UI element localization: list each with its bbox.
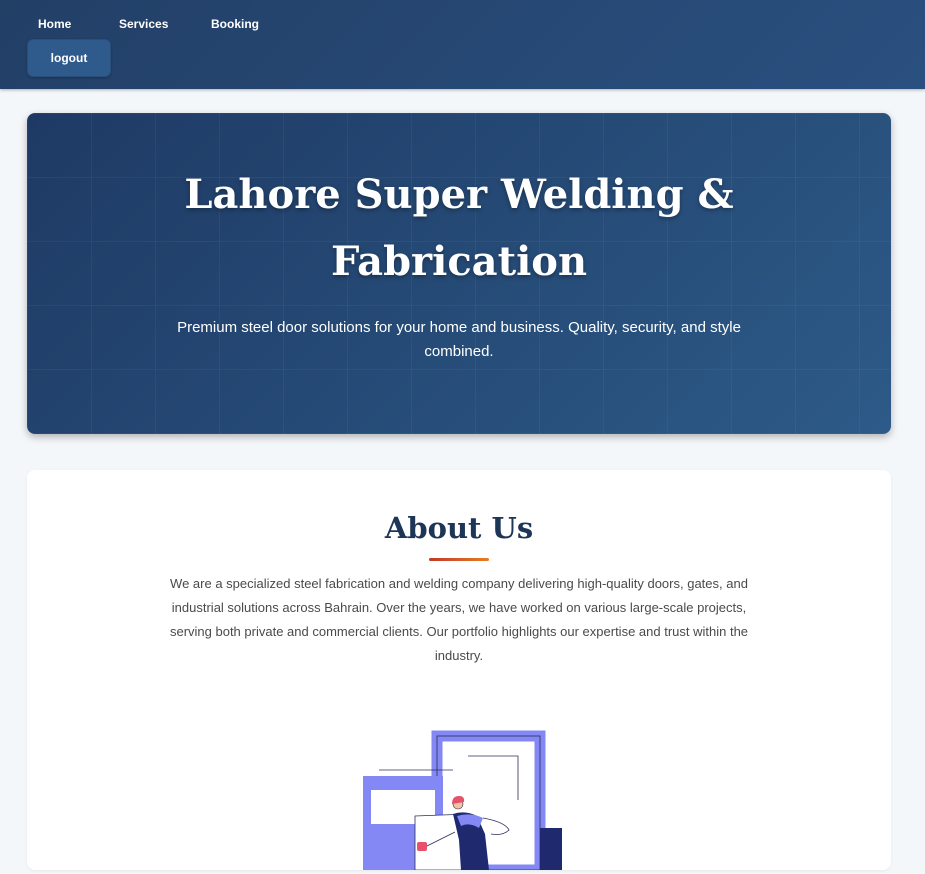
logout-button[interactable]: logout	[27, 39, 111, 77]
about-text: We are a specialized steel fabrication a…	[169, 576, 749, 663]
welder-carrying-door-illustration	[353, 730, 565, 874]
hero-banner: Lahore Super Welding & Fabrication Premi…	[27, 113, 891, 434]
worker-glove	[417, 842, 427, 851]
top-navbar: Home Services Booking logout	[0, 0, 925, 89]
hero-title-line-2: Fabrication	[330, 238, 588, 285]
welder-illustration-svg	[363, 730, 562, 874]
hero-title-line-1: Lahore Super Welding &	[184, 171, 734, 218]
nav-link-services[interactable]: Services	[119, 14, 168, 34]
about-title: About Us	[384, 511, 534, 545]
about-divider	[429, 558, 489, 561]
hero-title: Lahore Super Welding & Fabrication	[27, 161, 891, 295]
navy-block	[540, 828, 562, 870]
nav-link-booking[interactable]: Booking	[211, 14, 259, 34]
hero-subtitle: Premium steel door solutions for your ho…	[177, 319, 741, 360]
about-section: About Us We are a specialized steel fabr…	[27, 470, 891, 874]
nav-link-home[interactable]: Home	[38, 14, 71, 34]
